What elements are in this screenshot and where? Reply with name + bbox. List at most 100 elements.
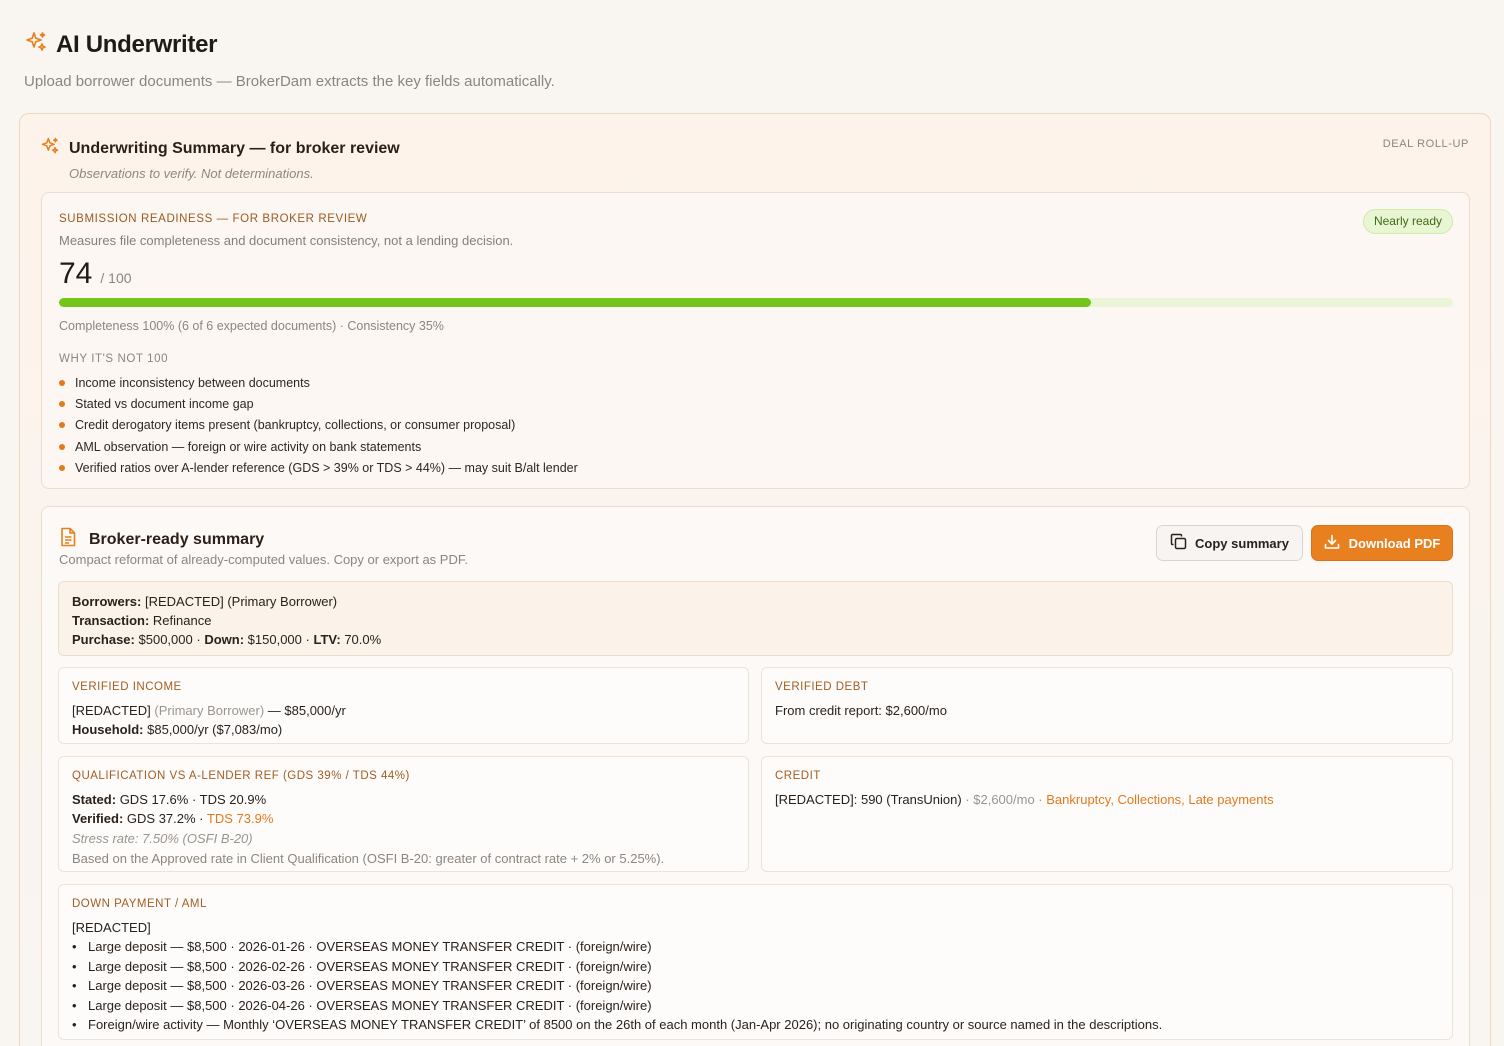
reason-item: Stated vs document income gap	[59, 393, 578, 414]
stated-line: Stated: GDS 17.6% · TDS 20.9%	[72, 790, 735, 810]
down-payment-title: DOWN PAYMENT / AML	[72, 898, 207, 910]
transaction-line: Transaction: Refinance	[72, 611, 1439, 630]
transaction-label: Transaction:	[72, 613, 150, 628]
stated-label: Stated:	[72, 791, 117, 807]
aml-observation: • Foreign/wire activity — Monthly ‘OVERSE…	[72, 1015, 1439, 1035]
readiness-metrics: Completeness 100% (6 of 6 expected docum…	[59, 319, 444, 333]
summary-note: Observations to verify. Not determinatio…	[69, 166, 314, 181]
credit-debt: $2,600/mo ·	[973, 791, 1043, 807]
summary-title: Underwriting Summary — for broker review	[69, 139, 400, 157]
bullet: •	[72, 939, 77, 954]
deal-info-box: Borrowers: [REDACTED] (Primary Borrower)…	[58, 581, 1453, 656]
page-title-row: AI Underwriter	[24, 30, 555, 59]
bullet: •	[72, 997, 77, 1013]
credit-title: CREDIT	[775, 770, 821, 782]
bullet-dot	[59, 465, 65, 472]
bullet: •	[72, 958, 77, 974]
aml-text: Foreign/wire activity — Monthly ‘OVERSEA…	[88, 1017, 1163, 1032]
household-line: Household: $85,000/yr ($7,083/mo)	[72, 720, 735, 740]
readiness-title: SUBMISSION READINESS — FOR BROKER REVIEW	[59, 213, 368, 225]
download-pdf-button[interactable]: Download PDF	[1311, 525, 1453, 561]
stress-rate: Stress rate: 7.50% (OSFI B-20)	[72, 830, 253, 846]
deposit-text: Large deposit — $8,500 · 2026-01-26 · OV…	[88, 939, 652, 954]
verified-debt-card: VERIFIED DEBT From credit report: $2,600…	[761, 667, 1453, 744]
borrowers-value: [REDACTED] (Primary Borrower)	[144, 594, 338, 609]
verified-debt-title: VERIFIED DEBT	[775, 681, 869, 693]
reason-text: Verified ratios over A-lender reference …	[75, 461, 578, 476]
separator: ·	[965, 791, 970, 807]
bullet: •	[72, 1017, 77, 1032]
submission-readiness-panel: SUBMISSION READINESS — FOR BROKER REVIEW…	[41, 192, 1470, 489]
broker-ready-summary-panel: Broker-ready summary Compact reformat of…	[41, 506, 1470, 1046]
purchase-line: Purchase: $500,000 · Down: $150,000 · LT…	[72, 630, 1439, 649]
qualification-basis: Based on the Approved rate in Client Qua…	[72, 851, 665, 866]
deposit-text: Large deposit — $8,500 · 2026-03-26 · OV…	[88, 978, 652, 993]
broker-summary-description: Compact reformat of already-computed val…	[59, 552, 468, 567]
ltv-value: 70.0%	[344, 632, 382, 647]
readiness-progress-fill	[59, 298, 1091, 307]
reason-text: Income inconsistency between documents	[75, 375, 310, 390]
summary-header: Underwriting Summary — for broker review…	[40, 136, 400, 181]
debt-line: From credit report: $2,600/mo	[775, 702, 947, 718]
bullet: •	[72, 978, 77, 993]
deposit-item: • Large deposit — $8,500 · 2026-02-26 · O…	[72, 957, 1439, 977]
summary-title-row: Underwriting Summary — for broker review	[40, 136, 400, 161]
status-badge: Nearly ready	[1362, 209, 1453, 234]
download-icon	[1324, 534, 1340, 553]
why-not-100-title: WHY IT'S NOT 100	[59, 353, 169, 365]
copy-icon	[1170, 533, 1187, 553]
sparkle-icon	[24, 30, 48, 59]
qualification-title: QUALIFICATION VS A-LENDER REF (GDS 39% /…	[72, 770, 410, 782]
broker-summary-header: Broker-ready summary	[59, 527, 264, 552]
reason-item: Income inconsistency between documents	[59, 372, 578, 393]
credit-borrower-name: [REDACTED]:	[775, 791, 858, 807]
income-borrower-role: (Primary Borrower)	[154, 702, 265, 718]
score-value: 74	[59, 257, 93, 290]
down-value: $150,000	[247, 632, 302, 647]
broker-summary-title: Broker-ready summary	[89, 530, 265, 548]
credit-flags: Bankruptcy, Collections, Late payments	[1046, 791, 1274, 807]
deal-rollup-label: DEAL ROLL-UP	[1382, 138, 1469, 150]
reason-text: Stated vs document income gap	[75, 397, 254, 412]
separator: ·	[196, 632, 201, 647]
credit-card: CREDIT [REDACTED]: 590 (TransUnion) · $2…	[761, 756, 1453, 872]
sparkle-icon	[40, 136, 60, 161]
reason-text: AML observation — foreign or wire activi…	[75, 439, 422, 454]
document-icon	[59, 527, 77, 552]
deposit-item: • Large deposit — $8,500 · 2026-04-26 · O…	[72, 996, 1439, 1016]
credit-score: 590 (TransUnion)	[860, 791, 962, 807]
page-subtitle: Upload borrower documents — BrokerDam ex…	[24, 73, 555, 90]
transaction-value: Refinance	[152, 613, 212, 628]
verified-income-card: VERIFIED INCOME [REDACTED] (Primary Borr…	[58, 667, 749, 744]
deposit-item: • Large deposit — $8,500 · 2026-01-26 · O…	[72, 937, 1439, 957]
borrowers-line: Borrowers: [REDACTED] (Primary Borrower)	[72, 592, 1439, 611]
bullet-dot	[59, 379, 65, 386]
verified-label: Verified:	[72, 811, 124, 826]
copy-summary-button[interactable]: Copy summary	[1156, 525, 1303, 561]
underwriting-summary-card: Underwriting Summary — for broker review…	[19, 113, 1491, 1046]
bullet-dot	[59, 443, 65, 450]
verified-income-title: VERIFIED INCOME	[72, 681, 182, 693]
down-payment-borrower: [REDACTED]	[72, 919, 151, 935]
down-label: Down:	[204, 632, 245, 647]
deposit-item: • Large deposit — $8,500 · 2026-03-26 · O…	[72, 976, 1439, 996]
why-not-100-list: Income inconsistency between documents S…	[59, 372, 578, 479]
reason-item: Credit derogatory items present (bankrup…	[59, 415, 578, 436]
score-max: / 100	[100, 270, 132, 286]
borrowers-label: Borrowers:	[72, 594, 142, 609]
verified-gds: GDS 37.2% ·	[126, 811, 204, 826]
page-header: AI Underwriter Upload borrower documents…	[24, 30, 555, 91]
purchase-label: Purchase:	[72, 632, 135, 647]
deposit-text: Large deposit — $8,500 · 2026-04-26 · OV…	[88, 997, 652, 1013]
readiness-progress-bar	[59, 298, 1453, 307]
verified-tds: TDS 73.9%	[206, 811, 274, 826]
reason-text: Credit derogatory items present (bankrup…	[75, 418, 516, 433]
stated-value: GDS 17.6% · TDS 20.9%	[119, 791, 267, 807]
household-value: $85,000/yr ($7,083/mo)	[147, 722, 283, 737]
income-amount: — $85,000/yr	[267, 702, 346, 718]
deposit-text: Large deposit — $8,500 · 2026-02-26 · OV…	[88, 958, 652, 974]
income-borrower-name: [REDACTED]	[72, 702, 151, 718]
separator: ·	[305, 632, 310, 647]
score-row: 74 / 100	[59, 257, 132, 291]
download-pdf-label: Download PDF	[1348, 535, 1441, 551]
